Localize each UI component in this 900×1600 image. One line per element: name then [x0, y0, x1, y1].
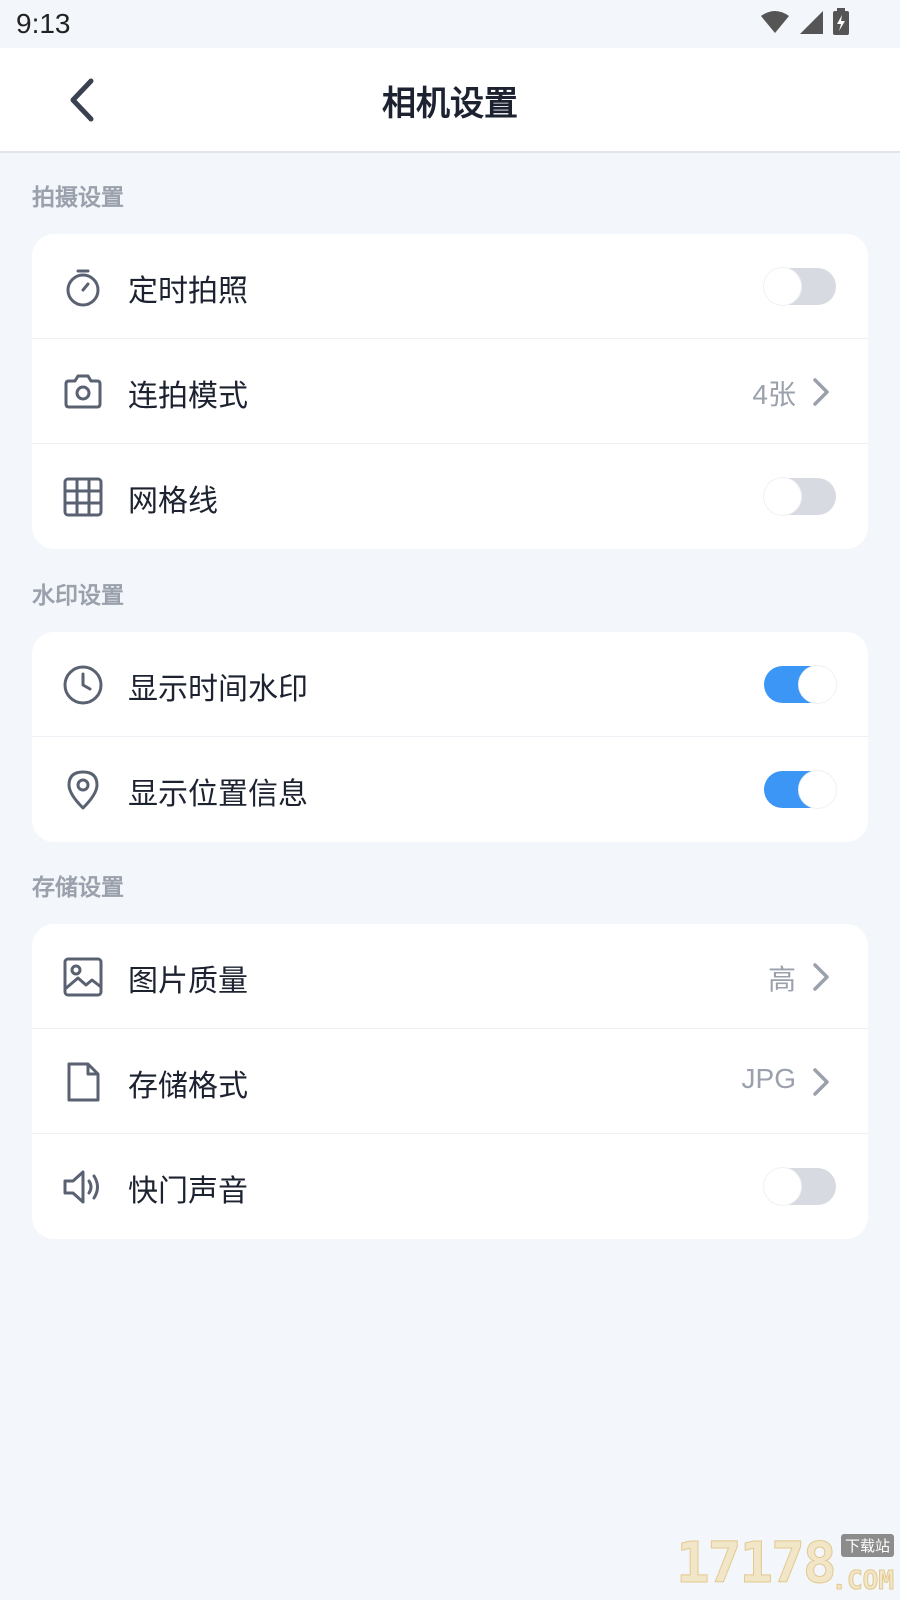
timer-icon — [66, 269, 100, 307]
status-bar: 9:13 — [0, 0, 900, 48]
grid-icon — [63, 477, 103, 517]
setting-label: 网格线 — [128, 484, 218, 519]
toggle-knob — [764, 478, 801, 515]
setting-row-time-watermark[interactable]: 显示时间水印 — [32, 632, 868, 737]
settings-card-shooting: 定时拍照 连拍模式 4张 网格线 — [32, 234, 868, 549]
setting-label: 连拍模式 — [128, 379, 248, 414]
section-title-shooting: 拍摄设置 — [32, 185, 124, 211]
setting-row-shutter-sound[interactable]: 快门声音 — [32, 1134, 868, 1239]
app-header: 相机设置 — [0, 48, 900, 153]
chevron-right-icon — [813, 1068, 829, 1096]
speaker-icon — [63, 1170, 99, 1204]
section-title-watermark: 水印设置 — [32, 583, 124, 609]
battery-icon — [832, 8, 850, 36]
wifi-icon — [760, 9, 790, 35]
toggle-knob — [764, 1168, 801, 1205]
clock-icon — [63, 665, 103, 705]
setting-label: 定时拍照 — [128, 274, 248, 309]
setting-value: 高 — [767, 964, 796, 995]
time-watermark-toggle[interactable] — [764, 666, 836, 703]
site-watermark: 17178 下载站 .COM — [676, 1531, 896, 1597]
chevron-right-icon — [813, 378, 829, 406]
chevron-right-icon — [813, 963, 829, 991]
settings-card-storage: 图片质量 高 存储格式 JPG 快门声音 — [32, 924, 868, 1239]
setting-row-grid[interactable]: 网格线 — [32, 444, 868, 549]
status-time: 9:13 — [16, 8, 71, 39]
status-icons — [760, 8, 850, 36]
settings-card-watermark: 显示时间水印 显示位置信息 — [32, 632, 868, 842]
setting-row-burst[interactable]: 连拍模式 4张 — [32, 339, 868, 444]
setting-value: JPG — [741, 1063, 796, 1094]
setting-label: 显示位置信息 — [128, 777, 308, 812]
location-pin-icon — [67, 770, 99, 810]
grid-toggle[interactable] — [764, 478, 836, 515]
setting-row-storage-format[interactable]: 存储格式 JPG — [32, 1029, 868, 1134]
image-icon — [63, 957, 103, 997]
page-title: 相机设置 — [382, 84, 518, 124]
watermark-suffix: .COM — [831, 1566, 895, 1597]
setting-label: 显示时间水印 — [128, 672, 308, 707]
setting-row-image-quality[interactable]: 图片质量 高 — [32, 924, 868, 1029]
signal-icon — [798, 9, 824, 35]
watermark-number: 17178 — [676, 1531, 838, 1597]
watermark-tag: 下载站 — [840, 1534, 894, 1557]
toggle-knob — [799, 771, 836, 808]
location-toggle[interactable] — [764, 771, 836, 808]
toggle-knob — [764, 268, 801, 305]
timer-toggle[interactable] — [764, 268, 836, 305]
file-icon — [67, 1062, 100, 1102]
setting-row-timer[interactable]: 定时拍照 — [32, 234, 868, 339]
toggle-knob — [799, 666, 836, 703]
setting-label: 图片质量 — [128, 964, 248, 999]
setting-value: 4张 — [752, 379, 796, 410]
section-title-storage: 存储设置 — [32, 875, 124, 901]
setting-label: 快门声音 — [128, 1174, 248, 1209]
shutter-sound-toggle[interactable] — [764, 1168, 836, 1205]
setting-label: 存储格式 — [128, 1069, 248, 1104]
setting-row-location[interactable]: 显示位置信息 — [32, 737, 868, 842]
camera-icon — [64, 374, 102, 409]
